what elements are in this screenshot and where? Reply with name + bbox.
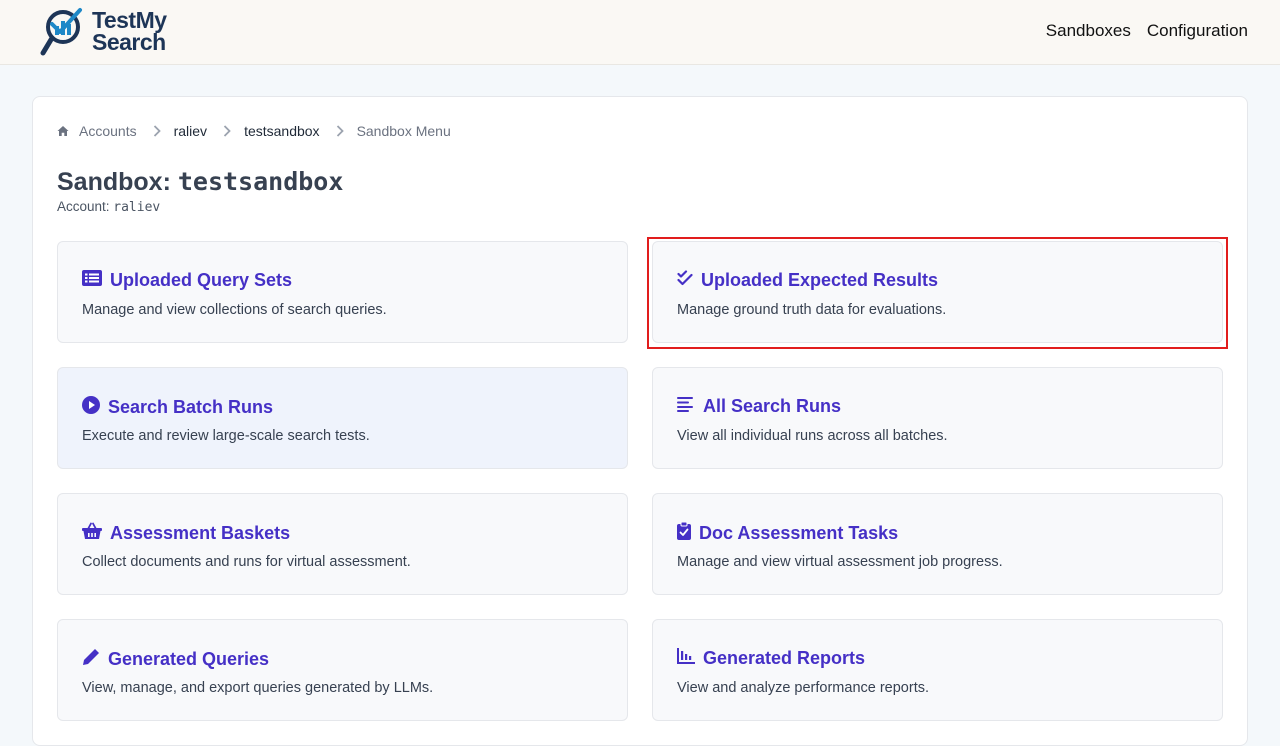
account-name: raliev [113,200,161,215]
chevron-right-icon [223,125,231,137]
card-title: Generated Queries [82,648,269,671]
card-title-label: Generated Queries [108,649,270,669]
card-description: Manage ground truth data for evaluations… [677,302,947,318]
card-generated-reports[interactable]: Generated Reports View and analyze perfo… [652,619,1223,721]
card-description: Execute and review large-scale search te… [82,428,370,444]
play-circle-icon [82,396,100,419]
card-generated-queries[interactable]: Generated Queries View, manage, and expo… [57,619,628,721]
card-uploaded-query-sets[interactable]: Uploaded Query Sets Manage and view coll… [57,241,628,343]
chevron-right-icon [336,125,344,137]
logo-line2: Search [92,29,166,55]
card-description: Collect documents and runs for virtual a… [82,554,411,570]
nav-sandboxes-link[interactable]: Sandboxes [1046,21,1131,41]
card-title-label: Assessment Baskets [110,523,291,543]
card-doc-assessment-tasks[interactable]: Doc Assessment Tasks Manage and view vir… [652,493,1223,595]
double-check-icon [677,270,693,291]
breadcrumb: Accounts raliev testsandbox Sandbox Menu [57,123,451,139]
chevron-right-icon [153,125,161,137]
pencil-icon [82,648,100,671]
card-description: View, manage, and export queries generat… [82,680,434,696]
card-title-label: Doc Assessment Tasks [699,523,899,543]
top-navbar: TestMy Search Sandboxes Configuration [0,0,1280,65]
basket-icon [82,522,102,545]
card-search-batch-runs[interactable]: Search Batch Runs Execute and review lar… [57,367,628,469]
top-nav: Sandboxes Configuration [1046,21,1248,41]
card-all-search-runs[interactable]: All Search Runs View all individual runs… [652,367,1223,469]
card-assessment-baskets[interactable]: Assessment Baskets Collect documents and… [57,493,628,595]
card-title: Generated Reports [677,648,865,669]
account-subtitle: Account: raliev [57,199,160,215]
card-title: Uploaded Query Sets [82,270,292,291]
card-title: Assessment Baskets [82,522,290,545]
card-title: All Search Runs [677,396,841,417]
list-icon [82,270,102,291]
breadcrumb-accounts-label: Accounts [79,123,137,139]
magnifier-check-logo-icon [40,8,82,56]
home-icon [57,125,69,137]
account-label: Account: [57,199,114,214]
card-title-label: Uploaded Expected Results [701,270,939,290]
breadcrumb-account[interactable]: raliev [174,123,207,139]
card-title-label: Uploaded Query Sets [110,270,293,290]
card-description: View all individual runs across all batc… [677,428,948,444]
card-uploaded-expected-results[interactable]: Uploaded Expected Results Manage ground … [652,241,1223,343]
page-title-sandbox-name: testsandbox [177,167,344,196]
card-title-label: Generated Reports [703,648,866,668]
lines-icon [677,396,695,417]
bar-chart-icon [677,648,695,669]
app-logo[interactable]: TestMy Search [40,6,180,58]
card-title: Uploaded Expected Results [677,270,938,291]
logo-text: TestMy Search [92,7,167,55]
page-title-prefix: Sandbox: [57,168,178,196]
card-title: Doc Assessment Tasks [677,521,899,545]
card-title-label: Search Batch Runs [108,397,274,417]
card-description: Manage and view collections of search qu… [82,302,387,318]
nav-configuration-link[interactable]: Configuration [1147,21,1248,41]
card-title-label: All Search Runs [703,396,842,416]
page-title: Sandbox: testsandbox [57,167,343,197]
breadcrumb-current: Sandbox Menu [356,123,451,139]
logo-line1: TestMy [92,7,167,33]
clipboard-check-icon [677,521,691,545]
card-title: Search Batch Runs [82,396,273,419]
breadcrumb-accounts[interactable]: Accounts [57,123,137,139]
card-description: Manage and view virtual assessment job p… [677,554,1003,570]
breadcrumb-sandbox[interactable]: testsandbox [244,123,320,139]
card-description: View and analyze performance reports. [677,680,930,696]
